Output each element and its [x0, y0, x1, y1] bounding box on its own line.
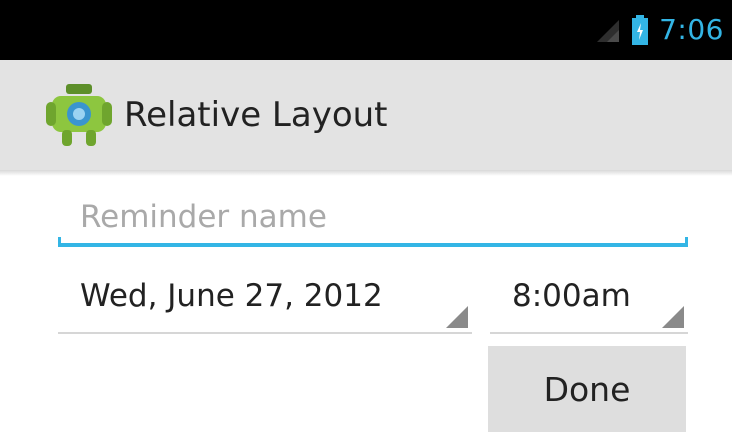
status-bar: 7:06: [0, 0, 732, 60]
reminder-name-input[interactable]: [58, 186, 688, 248]
battery-icon: [631, 14, 649, 46]
app-title: Relative Layout: [124, 95, 388, 135]
time-spinner[interactable]: 8:00am: [490, 270, 688, 334]
status-icons: 7:06: [595, 10, 724, 50]
done-button[interactable]: Done: [488, 346, 686, 432]
time-value: 8:00am: [512, 278, 631, 314]
app-screen: 7:06 Relative Layout Wed, June 27, 2012: [0, 0, 732, 436]
action-bar-shadow: [0, 170, 732, 176]
spinner-corner-icon: [446, 306, 468, 328]
signal-icon: [595, 16, 621, 44]
spinner-corner-icon: [662, 306, 684, 328]
date-spinner[interactable]: Wed, June 27, 2012: [58, 270, 472, 334]
date-value: Wed, June 27, 2012: [80, 278, 383, 314]
action-bar: Relative Layout: [0, 60, 732, 170]
reminder-input-underline: [58, 237, 688, 247]
status-clock: 7:06: [659, 13, 724, 46]
android-app-icon: [44, 80, 114, 150]
